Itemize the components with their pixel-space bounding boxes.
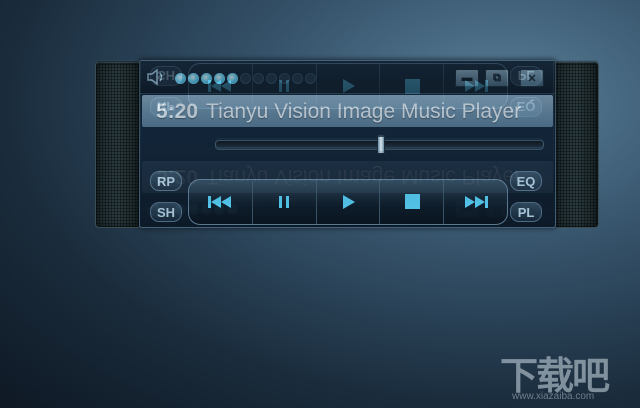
- stop-button[interactable]: [380, 180, 445, 224]
- track-time: 5:20: [156, 100, 199, 123]
- minimize-button[interactable]: ▬: [455, 69, 479, 87]
- play-icon: [342, 195, 355, 209]
- shuffle-button[interactable]: SH: [150, 202, 182, 222]
- stop-icon: [404, 194, 420, 209]
- playlist-button[interactable]: PL: [510, 202, 542, 222]
- left-speaker: [95, 62, 141, 228]
- volume-dot[interactable]: [292, 73, 303, 84]
- volume-dot[interactable]: [175, 73, 186, 84]
- play-button[interactable]: [317, 180, 381, 224]
- volume-icon[interactable]: [146, 68, 166, 86]
- volume-slider[interactable]: [175, 73, 316, 84]
- volume-dot[interactable]: [214, 73, 225, 84]
- volume-dot[interactable]: [305, 73, 316, 84]
- previous-button[interactable]: [189, 180, 253, 224]
- volume-dot[interactable]: [279, 73, 290, 84]
- watermark-url: www.xiazaiba.com: [512, 391, 595, 402]
- previous-icon: [208, 196, 232, 208]
- track-title: Tianyu Vision Image Music Player: [206, 100, 522, 123]
- volume-dot[interactable]: [201, 73, 212, 84]
- next-icon: [464, 196, 488, 208]
- volume-dot[interactable]: [240, 73, 251, 84]
- volume-dot[interactable]: [188, 73, 199, 84]
- player-titlebar: ▬ ⧉ ✕: [140, 61, 555, 94]
- close-button[interactable]: ✕: [520, 69, 544, 87]
- right-speaker: [553, 62, 599, 228]
- music-player-window: ▬ ⧉ ✕ 5:20 Tianyu Vision Image Music Play…: [139, 60, 556, 228]
- restore-button[interactable]: ⧉: [485, 69, 509, 87]
- track-display: 5:20 Tianyu Vision Image Music Player: [142, 95, 553, 127]
- pause-button[interactable]: [253, 180, 317, 224]
- equalizer-button[interactable]: EQ: [510, 171, 542, 191]
- volume-dot[interactable]: [253, 73, 264, 84]
- pause-icon: [279, 196, 290, 208]
- repeat-button[interactable]: RP: [150, 171, 182, 191]
- volume-dot[interactable]: [227, 73, 238, 84]
- seek-handle[interactable]: [377, 136, 385, 154]
- transport-controls: [188, 179, 508, 225]
- volume-dot[interactable]: [266, 73, 277, 84]
- next-button[interactable]: [444, 180, 507, 224]
- seek-bar[interactable]: [215, 136, 544, 154]
